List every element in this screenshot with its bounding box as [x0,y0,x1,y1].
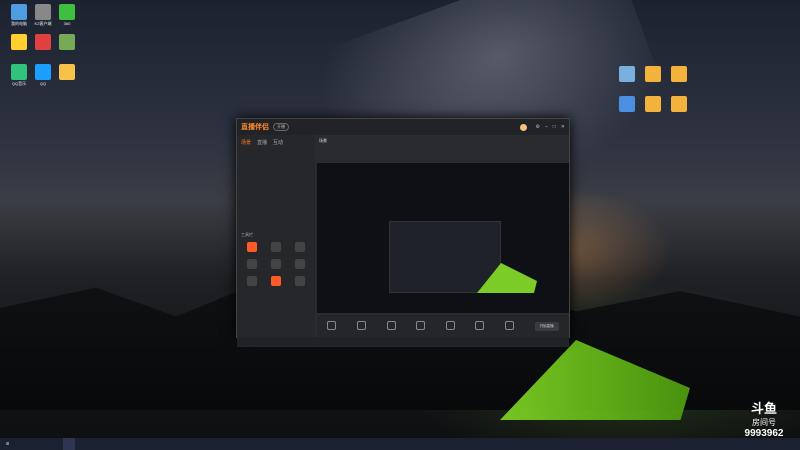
scene-row[interactable] [241,192,311,200]
tool-icon [271,276,281,286]
taskbar-item[interactable] [51,438,63,450]
control-icon [386,321,396,330]
start-button[interactable]: ⊞ [0,438,15,450]
control-icon [327,321,337,330]
control-icon [356,321,366,330]
tool-button[interactable] [241,276,263,287]
nested-preview-window [389,221,501,293]
control-icon [416,321,426,330]
control-button[interactable] [416,321,426,331]
app-icon [619,96,635,112]
desktop-icon[interactable] [52,64,82,91]
room-label: 房间号 [752,418,776,427]
avatar[interactable] [519,123,527,131]
desktop-icon-label [52,51,82,61]
desktop-icon-label [664,113,694,123]
sidebar-tabs: 场景 直播 互动 [241,139,311,146]
tool-button[interactable] [241,242,263,253]
tab-2[interactable]: 互动 [273,139,283,146]
scene-bar: 场景 [317,135,569,147]
control-icon [445,321,455,330]
app-icon [35,34,51,50]
app-sidebar: 场景 直播 互动 工具栏 [237,135,315,337]
desktop-icon-label [52,81,82,91]
control-icon [505,321,515,330]
tool-button[interactable] [289,259,311,270]
douyu-watermark: 斗鱼 房间号 9993962 [734,398,794,439]
taskbar-item[interactable] [63,438,76,450]
live-streaming-app-window[interactable]: 直播伴侣 开播 ⚙ – □ ✕ 场景 直播 互动 工具栏 场景 开始直播 [236,118,570,347]
tool-icon [271,259,281,269]
settings-icon[interactable]: ⚙ [536,124,540,131]
tool-button[interactable] [265,242,287,253]
tool-button[interactable] [289,242,311,253]
app-icon [671,96,687,112]
desktop-icon[interactable] [664,66,694,93]
taskbar-item[interactable] [15,438,27,450]
app-icon [59,4,75,20]
taskbar-item[interactable] [39,438,51,450]
app-icon [619,66,635,82]
stream-preview[interactable] [317,163,569,313]
tool-icon [295,259,305,269]
tool-icon [247,259,257,269]
maximize-icon[interactable]: □ [553,124,556,131]
desktop-icon-label [664,83,694,93]
close-icon[interactable]: ✕ [561,124,565,131]
control-button[interactable] [356,321,366,331]
tool-icon [247,276,257,286]
tool-button[interactable] [289,276,311,287]
app-icon [59,34,75,50]
control-button[interactable] [445,321,455,331]
app-statusbar [237,337,569,347]
desktop-icon[interactable]: 360 [52,4,82,31]
main-panel: 场景 开始直播 [317,135,569,337]
start-live-button[interactable]: 开始直播 [534,321,559,331]
control-button[interactable] [475,321,485,331]
desktop-icon[interactable] [52,34,82,61]
taskbar-item[interactable] [27,438,39,450]
tool-button[interactable] [265,276,287,287]
app-logo: 直播伴侣 [241,124,269,131]
tab-0[interactable]: 场景 [241,139,251,146]
scene-row[interactable] [241,160,311,168]
tool-button[interactable] [241,259,263,270]
status-badge[interactable]: 开播 [273,123,289,131]
control-button[interactable] [386,321,396,331]
minimize-icon[interactable]: – [545,124,548,131]
app-icon [671,66,687,82]
scene-label[interactable]: 场景 [319,138,327,144]
control-button[interactable] [327,321,337,331]
tool-icon [295,242,305,252]
app-icon [645,66,661,82]
app-icon [645,96,661,112]
app-icon [35,64,51,80]
tool-button[interactable] [265,259,287,270]
app-icon [11,4,27,20]
tool-icon [247,242,257,252]
tools-title: 工具栏 [241,232,253,237]
scene-row[interactable] [241,168,311,176]
taskbar: ⊞ [0,438,800,450]
tools-grid [241,242,311,287]
scene-row[interactable] [241,184,311,192]
tab-1[interactable]: 直播 [257,139,267,146]
tool-icon [271,242,281,252]
app-icon [11,64,27,80]
app-titlebar: 直播伴侣 开播 ⚙ – □ ✕ [237,119,569,135]
desktop-icon[interactable] [664,96,694,123]
douyu-brand: 斗鱼 [750,402,777,417]
app-icon [35,4,51,20]
control-bar: 开始直播 [317,315,569,337]
tool-icon [295,276,305,286]
control-icon [475,321,485,330]
desktop-icon-label: 360 [63,21,71,26]
scene-row[interactable] [241,176,311,184]
app-icon [11,34,27,50]
control-button[interactable] [505,321,515,331]
app-icon [59,64,75,80]
scene-row[interactable] [241,152,311,160]
